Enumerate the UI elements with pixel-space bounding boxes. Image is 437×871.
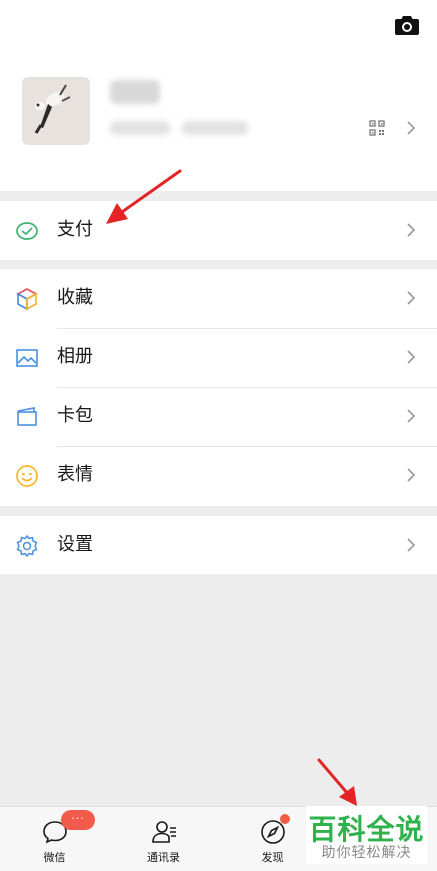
- new-dot-badge: [280, 814, 290, 824]
- avatar[interactable]: [22, 77, 90, 145]
- status-blurred: [182, 121, 248, 135]
- menu-label-favorites: 收藏: [57, 287, 93, 308]
- menu-item-card[interactable]: 卡包: [0, 387, 437, 446]
- chevron-right-icon: [407, 538, 416, 552]
- chevron-right-icon: [407, 291, 416, 305]
- qr-code-icon[interactable]: [369, 120, 385, 136]
- tab-contacts[interactable]: 通讯录: [109, 807, 218, 871]
- pay-section: 支付: [0, 201, 437, 260]
- chevron-right-icon: [407, 223, 416, 237]
- menu-item-stickers[interactable]: 表情: [0, 446, 437, 505]
- watermark-subtitle: 助你轻松解决: [321, 845, 412, 861]
- wechat-id-blurred: [110, 121, 170, 135]
- chevron-right-icon[interactable]: [405, 120, 417, 136]
- menu-label-settings: 设置: [57, 534, 93, 555]
- menu-label-stickers: 表情: [57, 464, 93, 485]
- image-icon: [16, 349, 38, 367]
- main-section: 收藏 相册 卡包 表情: [0, 269, 437, 506]
- wallet-icon: [17, 407, 37, 426]
- unread-badge: ···: [61, 810, 95, 830]
- camera-icon[interactable]: [395, 14, 419, 36]
- pay-check-icon: [16, 222, 38, 240]
- arrow-to-me-tab: [317, 758, 357, 806]
- menu-label-album: 相册: [57, 346, 93, 367]
- tab-label-contacts: 通讯录: [147, 851, 180, 864]
- watermark-logo: 百科全说 助你轻松解决: [306, 806, 427, 864]
- cube-icon: [16, 288, 38, 311]
- settings-section: 设置: [0, 516, 437, 574]
- chevron-right-icon: [407, 468, 416, 482]
- menu-item-album[interactable]: 相册: [0, 328, 437, 387]
- menu-label-card: 卡包: [57, 405, 93, 426]
- menu-item-favorites[interactable]: 收藏: [0, 269, 437, 328]
- menu-label-pay: 支付: [57, 219, 93, 240]
- menu-item-pay[interactable]: 支付: [0, 201, 437, 260]
- gear-icon: [16, 535, 38, 557]
- profile-header[interactable]: [0, 0, 437, 191]
- smiley-icon: [16, 465, 38, 487]
- tab-label-chats: 微信: [43, 851, 66, 864]
- chevron-right-icon: [407, 350, 416, 364]
- contacts-icon: [151, 821, 176, 843]
- nickname-blurred: [110, 80, 160, 104]
- menu-item-settings[interactable]: 设置: [0, 516, 437, 575]
- chevron-right-icon: [407, 409, 416, 423]
